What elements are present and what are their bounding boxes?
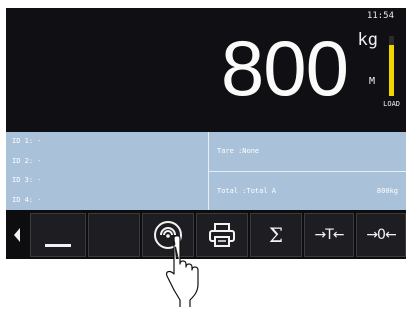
softkey-2-button[interactable] (88, 213, 140, 257)
weight-unit: kg (357, 30, 378, 50)
info-panel: ID 1: - ID 2: - ID 3: - ID 4: - Tare :No… (6, 132, 406, 210)
tare-icon: →T← (314, 227, 344, 243)
scroll-left-button[interactable] (6, 213, 28, 257)
total-value: 800kg (376, 187, 398, 195)
id-row-1: ID 1: - (12, 137, 42, 145)
mode-indicator: M (368, 76, 375, 87)
id-row-2: ID 2: - (12, 156, 42, 165)
load-bar (389, 36, 394, 96)
totals-panel: Tare :None Total :Total A 800kg (209, 132, 406, 210)
id-list: ID 1: - ID 2: - ID 3: - ID 4: - (6, 132, 209, 210)
scale-screen: 11:54 800 kg M LOAD ID 1: - ID 2: - ID 3… (6, 8, 406, 259)
total-label: Total :Total A (217, 187, 277, 195)
id-row-3: ID 3: - (12, 176, 42, 184)
clock: 11:54 (366, 11, 394, 21)
total-row: Total :Total A 800kg (209, 172, 406, 210)
id-row-4: ID 4: - (12, 195, 42, 204)
load-bar-fill (389, 45, 394, 96)
weight-display: 11:54 800 kg M LOAD (6, 8, 406, 132)
zero-icon: →0← (366, 227, 396, 243)
printer-icon (209, 223, 235, 247)
sigma-icon: Σ (268, 223, 284, 247)
weight-value: 800 (220, 24, 349, 112)
left-arrow-icon (14, 228, 20, 242)
load-label: LOAD (383, 100, 400, 108)
tare-button[interactable]: →T← (304, 213, 354, 257)
sum-button[interactable]: Σ (250, 213, 302, 257)
pointing-hand-icon (165, 235, 199, 307)
tare-status: Tare :None (209, 132, 406, 172)
softkey-1-button[interactable] (30, 213, 86, 257)
zero-button[interactable]: →0← (356, 213, 406, 257)
underscore-icon (45, 244, 71, 247)
